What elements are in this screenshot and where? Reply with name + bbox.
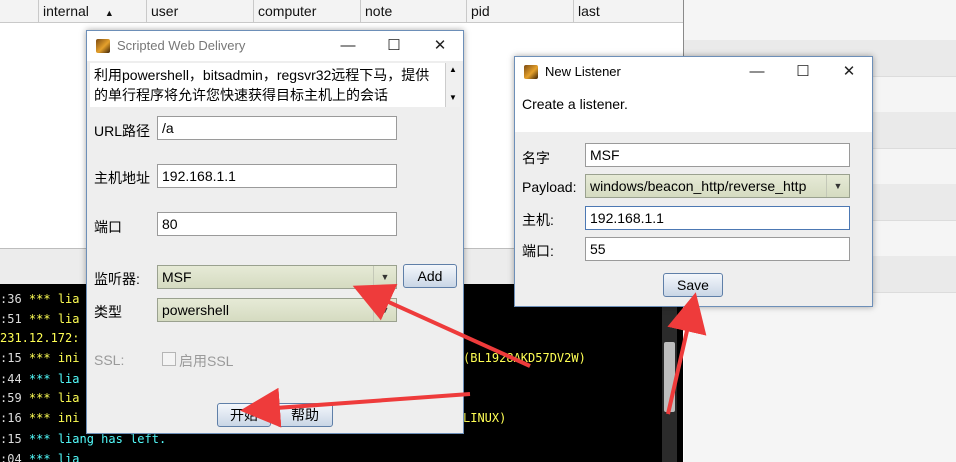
console-line: :36 *** lia: [0, 292, 80, 306]
close-button[interactable]: ✕: [826, 57, 872, 87]
minimize-button[interactable]: —: [734, 57, 780, 87]
payload-label: Payload:: [522, 179, 577, 195]
sort-ascending-icon: ▲: [104, 8, 114, 18]
listener-select-value: MSF: [162, 269, 192, 285]
listener-intro-text: Create a listener.: [522, 96, 628, 112]
column-last[interactable]: last: [573, 0, 683, 22]
close-button[interactable]: ✕: [417, 31, 463, 61]
start-button[interactable]: 开始: [217, 403, 271, 427]
description-panel: 利用powershell，bitsadmin，regsvr32远程下马，提供的单…: [90, 63, 445, 107]
name-label: 名字: [522, 150, 550, 166]
scroll-down-icon[interactable]: ▼: [446, 91, 460, 105]
console-fragment: (BL1928AKD57DV2W): [463, 351, 586, 365]
listener-port-label: 端口:: [522, 243, 554, 259]
console-scrollbar[interactable]: [662, 284, 677, 462]
console-line: :44 *** lia: [0, 372, 80, 386]
ssl-checkbox[interactable]: [162, 352, 176, 366]
listener-label: 监听器:: [94, 271, 140, 287]
ssl-checkbox-label: 启用SSL: [179, 353, 234, 369]
cobalt-strike-app-icon: [96, 39, 110, 53]
cobalt-strike-app-icon: [524, 65, 538, 79]
minimize-button[interactable]: —: [325, 31, 371, 61]
new-listener-dialog: New Listener — ☐ ✕ Create a listener. 名字…: [514, 56, 873, 307]
console-fragment: LINUX): [463, 411, 507, 425]
listener-host-input[interactable]: 192.168.1.1: [585, 206, 850, 230]
ssl-label: SSL:: [94, 352, 125, 368]
payload-select[interactable]: windows/beacon_http/reverse_http ▼: [585, 174, 850, 198]
listener-port-input[interactable]: 55: [585, 237, 850, 261]
type-select[interactable]: powershell ▼: [157, 298, 397, 322]
url-input[interactable]: /a: [157, 116, 397, 140]
column-computer[interactable]: computer: [253, 0, 360, 22]
port-label: 端口: [94, 219, 122, 235]
type-label: 类型: [94, 304, 122, 320]
payload-select-value: windows/beacon_http/reverse_http: [590, 178, 807, 194]
column-note[interactable]: note: [360, 0, 466, 22]
chevron-down-icon[interactable]: ▼: [373, 266, 396, 288]
name-input[interactable]: MSF: [585, 143, 850, 167]
maximize-button[interactable]: ☐: [780, 57, 826, 87]
column-internal[interactable]: internal ▲: [38, 0, 146, 22]
scripted-web-delivery-dialog: Scripted Web Delivery — ☐ ✕ 利用powershell…: [86, 30, 464, 434]
console-line: :59 *** lia: [0, 391, 80, 405]
console-line: :16 *** ini: [0, 411, 80, 425]
console-line: :15 *** ini: [0, 351, 80, 365]
host-label: 主机地址: [94, 170, 150, 186]
url-label: URL路径: [94, 123, 151, 139]
table-header: internal ▲ user computer note pid last: [0, 0, 683, 23]
column-pid[interactable]: pid: [466, 0, 573, 22]
listener-intro-panel: Create a listener.: [515, 87, 872, 132]
save-button[interactable]: Save: [663, 273, 723, 297]
description-text: 利用powershell，bitsadmin，regsvr32远程下马，提供的单…: [94, 67, 430, 103]
console-line: 231.12.172:: [0, 331, 80, 345]
listener-host-label: 主机:: [522, 212, 554, 228]
chevron-down-icon[interactable]: ▼: [826, 175, 849, 197]
listener-select[interactable]: MSF ▼: [157, 265, 397, 289]
column-user[interactable]: user: [146, 0, 253, 22]
host-input[interactable]: 192.168.1.1: [157, 164, 397, 188]
port-input[interactable]: 80: [157, 212, 397, 236]
swd-titlebar[interactable]: Scripted Web Delivery — ☐ ✕: [87, 31, 463, 61]
maximize-button[interactable]: ☐: [371, 31, 417, 61]
scrollbar-thumb[interactable]: [664, 342, 675, 412]
type-select-value: powershell: [162, 302, 229, 318]
console-line: :04 *** lia: [0, 452, 80, 462]
console-line: :51 *** lia: [0, 312, 80, 326]
listener-title: New Listener: [545, 64, 621, 79]
add-listener-button[interactable]: Add: [403, 264, 457, 288]
swd-title: Scripted Web Delivery: [117, 38, 246, 53]
description-scrollbar[interactable]: ▲ ▼: [445, 63, 460, 107]
chevron-down-icon[interactable]: ▼: [373, 299, 396, 321]
listener-titlebar[interactable]: New Listener — ☐ ✕: [515, 57, 872, 87]
scroll-up-icon[interactable]: ▲: [446, 63, 460, 77]
help-button[interactable]: 帮助: [277, 403, 333, 427]
